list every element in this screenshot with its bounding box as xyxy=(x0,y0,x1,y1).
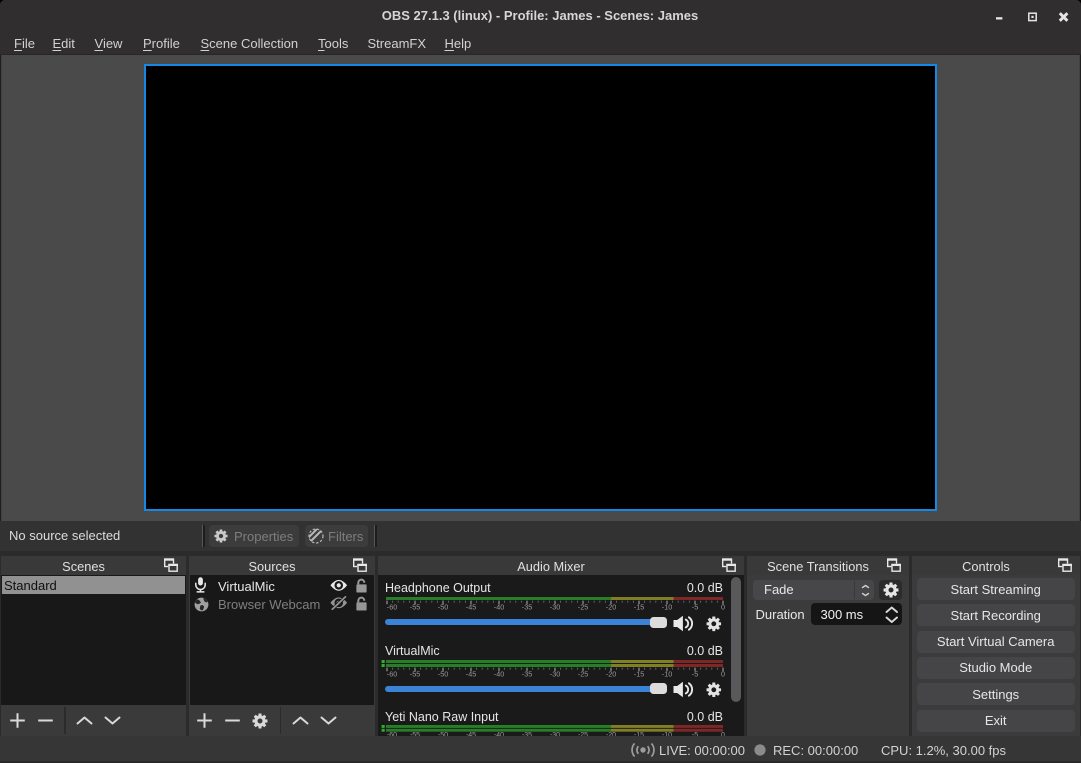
svg-text:-10: -10 xyxy=(662,669,672,678)
svg-text:-40: -40 xyxy=(494,603,504,611)
svg-text:-50: -50 xyxy=(438,603,448,611)
svg-text:-35: -35 xyxy=(522,603,532,611)
svg-text:-5: -5 xyxy=(692,603,698,611)
svg-text:-55: -55 xyxy=(410,669,420,678)
svg-text:-40: -40 xyxy=(494,669,504,678)
svg-text:-20: -20 xyxy=(606,669,616,678)
svg-text:-35: -35 xyxy=(522,669,532,678)
svg-text:-60: -60 xyxy=(387,669,397,678)
svg-text:-25: -25 xyxy=(578,669,588,678)
svg-text:-55: -55 xyxy=(410,603,420,611)
svg-text:-15: -15 xyxy=(634,603,644,611)
svg-text:-5: -5 xyxy=(692,669,698,678)
svg-text:-15: -15 xyxy=(634,669,644,678)
svg-text:-60: -60 xyxy=(387,603,397,611)
svg-text:-25: -25 xyxy=(578,603,588,611)
svg-text:-30: -30 xyxy=(550,669,560,678)
svg-text:0: 0 xyxy=(721,669,725,678)
svg-text:-45: -45 xyxy=(466,669,476,678)
svg-text:-30: -30 xyxy=(550,603,560,611)
svg-text:0: 0 xyxy=(721,603,725,611)
svg-text:-10: -10 xyxy=(662,603,672,611)
svg-text:-20: -20 xyxy=(606,603,616,611)
svg-text:-45: -45 xyxy=(466,603,476,611)
svg-text:-50: -50 xyxy=(438,669,448,678)
